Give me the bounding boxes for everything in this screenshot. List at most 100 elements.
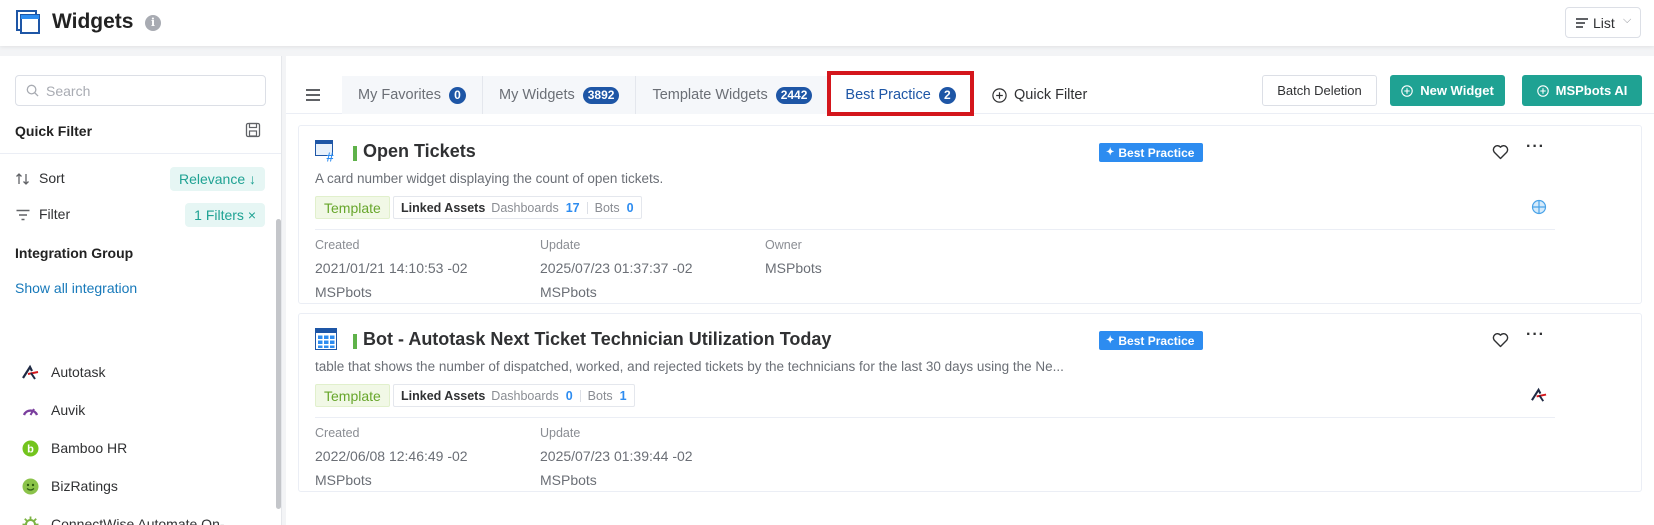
count-badge: 2442: [775, 86, 813, 104]
linked-assets: Linked Assets Dashboards 17 Bots 0: [393, 196, 642, 219]
autotask-logo-icon: [1531, 387, 1547, 402]
widget-title[interactable]: Bot - Autotask Next Ticket Technician Ut…: [363, 329, 831, 350]
filter-label: Filter: [39, 206, 71, 222]
divider: [586, 201, 588, 214]
sparkle-icon: ✦: [1106, 335, 1115, 346]
created-date: 2022/06/08 12:46:49 -02: [315, 448, 468, 464]
active-filters-tag[interactable]: 1 Filters ×: [185, 203, 265, 227]
sidebar: Quick Filter Sort Relevance ↓ Filter 1 F…: [0, 56, 282, 525]
badge-label: Best Practice: [1118, 333, 1195, 348]
svg-text:#: #: [326, 150, 334, 163]
view-mode-label: List: [1593, 15, 1615, 31]
table-icon: [315, 328, 337, 350]
save-icon[interactable]: [245, 122, 261, 138]
view-mode-select[interactable]: List ⌵: [1565, 7, 1641, 38]
bots-count[interactable]: 1: [620, 389, 627, 403]
sort-label: Sort: [39, 170, 65, 186]
sort-relevance-select[interactable]: Relevance ↓: [169, 167, 265, 191]
sidebar-scrollbar[interactable]: [276, 219, 281, 509]
linked-assets: Linked Assets Dashboards 0 Bots 1: [393, 384, 635, 407]
top-header: Widgets i List ⌵: [0, 0, 1654, 46]
badge-label: Best Practice: [1118, 145, 1195, 160]
info-icon[interactable]: i: [145, 15, 161, 31]
filter-icon: [16, 209, 30, 221]
heart-icon[interactable]: [1492, 144, 1509, 160]
quick-filter-title: Quick Filter: [15, 123, 93, 139]
svg-text:b: b: [27, 444, 34, 456]
bizratings-logo-icon: [22, 478, 39, 495]
update-label: Update: [540, 426, 581, 440]
count-badge: 2: [938, 86, 956, 104]
main-panel: My Favorites 0 My Widgets 3892 Template …: [286, 56, 1654, 525]
count-badge: 0: [449, 86, 466, 104]
crosshair-globe-icon: [1531, 199, 1547, 215]
created-by: MSPbots: [315, 284, 372, 300]
created-info: Created 2022/06/08 12:46:49 -02 MSPbots: [315, 426, 535, 488]
update-date: 2025/07/23 01:39:44 -02: [540, 448, 693, 464]
divider: [315, 417, 1555, 418]
owner-label: Owner: [765, 238, 802, 252]
quick-filter-button[interactable]: Quick Filter: [992, 80, 1087, 110]
integration-item-bamboo-hr[interactable]: b Bamboo HR: [22, 436, 262, 460]
integration-item-auvik[interactable]: Auvik: [22, 398, 262, 422]
show-all-integration-link[interactable]: Show all integration: [15, 280, 137, 296]
integration-group-title: Integration Group: [15, 245, 134, 261]
page-title: Widgets: [52, 10, 134, 33]
tab-my-widgets[interactable]: My Widgets 3892: [483, 76, 637, 114]
more-options-icon[interactable]: ···: [1526, 138, 1545, 156]
accent-bar: [353, 334, 357, 349]
best-practice-badge: ✦ Best Practice: [1099, 331, 1204, 350]
update-info: Update 2025/07/23 01:37:37 -02 MSPbots: [540, 238, 760, 300]
mspbots-ai-button[interactable]: MSPbots AI: [1522, 75, 1642, 106]
sparkle-icon: ✦: [1106, 147, 1115, 158]
new-widget-button[interactable]: New Widget: [1390, 75, 1505, 106]
autotask-logo-icon: [22, 364, 39, 380]
divider: [0, 153, 281, 154]
tab-label: Template Widgets: [652, 87, 768, 103]
plus-circle-icon: [1401, 84, 1413, 97]
widget-description: table that shows the number of dispatche…: [315, 359, 1064, 374]
widget-card[interactable]: Bot - Autotask Next Ticket Technician Ut…: [298, 313, 1642, 492]
batch-deletion-button[interactable]: Batch Deletion: [1262, 75, 1377, 106]
created-date: 2021/01/21 14:10:53 -02: [315, 260, 468, 276]
integration-name: ConnectWise Automate On-...: [51, 516, 237, 525]
dashboards-count[interactable]: 17: [566, 201, 580, 215]
accent-bar: [353, 146, 357, 161]
chevron-down-icon: ⌵: [1623, 14, 1632, 26]
integration-item-connectwise[interactable]: ConnectWise Automate On-...: [22, 512, 262, 525]
bots-label: Bots: [594, 200, 620, 215]
widget-card[interactable]: # Open Tickets ✦ Best Practice ··· A car…: [298, 125, 1642, 304]
tab-bar: My Favorites 0 My Widgets 3892 Template …: [342, 71, 974, 116]
bamboohr-logo-icon: b: [22, 440, 39, 457]
dashboards-count[interactable]: 0: [566, 389, 573, 403]
updated-by: MSPbots: [540, 284, 597, 300]
best-practice-badge: ✦ Best Practice: [1099, 143, 1204, 162]
card-number-icon: #: [315, 140, 334, 163]
linked-assets-label: Linked Assets: [401, 388, 486, 403]
divider: [579, 389, 581, 402]
tab-best-practice[interactable]: Best Practice 2: [827, 71, 974, 116]
integration-item-autotask[interactable]: Autotask: [22, 360, 262, 384]
divider: [315, 229, 1555, 230]
search-box[interactable]: [15, 75, 266, 106]
search-input[interactable]: [46, 80, 256, 102]
tab-template-widgets[interactable]: Template Widgets 2442: [636, 76, 830, 114]
integration-item-bizratings[interactable]: BizRatings: [22, 474, 262, 498]
list-icon: [1576, 18, 1588, 28]
heart-icon[interactable]: [1492, 332, 1509, 348]
search-icon: [26, 84, 39, 97]
update-label: Update: [540, 238, 581, 252]
menu-icon[interactable]: [306, 89, 320, 101]
integration-name: Auvik: [51, 402, 86, 418]
mspbots-ai-label: MSPbots AI: [1555, 83, 1628, 98]
sort-icon: [16, 173, 29, 185]
connectwise-logo-icon: [22, 516, 39, 525]
more-options-icon[interactable]: ···: [1526, 326, 1545, 344]
integration-name: Autotask: [51, 364, 106, 380]
tab-my-favorites[interactable]: My Favorites 0: [342, 76, 483, 114]
count-badge: 3892: [582, 86, 620, 104]
bots-label: Bots: [587, 388, 613, 403]
bots-count[interactable]: 0: [627, 201, 634, 215]
tab-label: My Widgets: [499, 87, 575, 103]
widget-title[interactable]: Open Tickets: [363, 141, 476, 162]
